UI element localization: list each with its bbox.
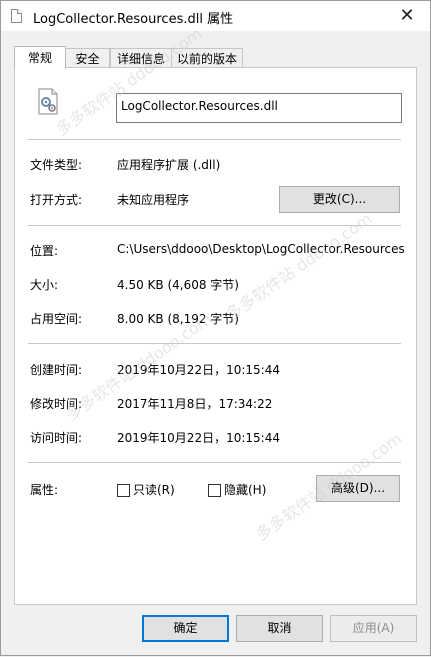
separator (28, 343, 401, 344)
tab-security[interactable]: 安全 (65, 48, 110, 68)
created-value: 2019年10月22日，10:15:44 (117, 363, 280, 377)
tab-general[interactable]: 常规 (14, 46, 66, 69)
attributes-label: 属性: (30, 483, 59, 497)
modified-value: 2017年11月8日，17:34:22 (117, 397, 273, 411)
separator (28, 462, 401, 463)
readonly-checkbox[interactable] (117, 484, 130, 497)
separator (28, 139, 401, 140)
window-title: LogCollector.Resources.dll 属性 (33, 12, 234, 27)
size-label: 大小: (30, 278, 59, 292)
separator (28, 225, 401, 226)
dll-file-icon (38, 88, 58, 115)
tab-details[interactable]: 详细信息 (110, 48, 172, 68)
close-button[interactable]: ✕ (384, 1, 430, 31)
tab-previous-versions[interactable]: 以前的版本 (171, 48, 243, 68)
file-type-label: 文件类型: (30, 158, 83, 172)
file-type-value: 应用程序扩展 (.dll) (117, 158, 221, 172)
opens-with-value: 未知应用程序 (117, 193, 190, 207)
accessed-label: 访问时间: (30, 431, 83, 445)
size-on-disk-value: 8.00 KB (8,192 字节) (117, 312, 239, 326)
filename-input[interactable]: LogCollector.Resources.dll (116, 93, 402, 123)
title-bar[interactable]: LogCollector.Resources.dll 属性 ✕ (1, 1, 430, 31)
hidden-label[interactable]: 隐藏(H) (224, 481, 266, 498)
apply-button[interactable]: 应用(A) (330, 615, 417, 642)
cancel-button[interactable]: 取消 (236, 615, 323, 642)
file-icon-small (11, 9, 22, 23)
size-on-disk-label: 占用空间: (30, 312, 83, 326)
advanced-button[interactable]: 高级(D)... (316, 475, 400, 502)
size-value: 4.50 KB (4,608 字节) (117, 278, 239, 292)
created-label: 创建时间: (30, 363, 83, 377)
accessed-value: 2019年10月22日，10:15:44 (117, 431, 280, 445)
ok-button[interactable]: 确定 (142, 615, 229, 642)
modified-label: 修改时间: (30, 397, 83, 411)
properties-window: LogCollector.Resources.dll 属性 ✕ 常规 安全 详细… (0, 0, 431, 656)
readonly-label[interactable]: 只读(R) (133, 481, 175, 498)
change-button[interactable]: 更改(C)... (279, 186, 400, 213)
general-panel: LogCollector.Resources.dll 文件类型: 应用程序扩展 … (14, 67, 417, 605)
location-value: C:\Users\ddooo\Desktop\LogCollector.Reso… (117, 242, 404, 256)
opens-with-label: 打开方式: (30, 193, 83, 207)
hidden-checkbox[interactable] (208, 484, 221, 497)
location-label: 位置: (30, 244, 59, 258)
